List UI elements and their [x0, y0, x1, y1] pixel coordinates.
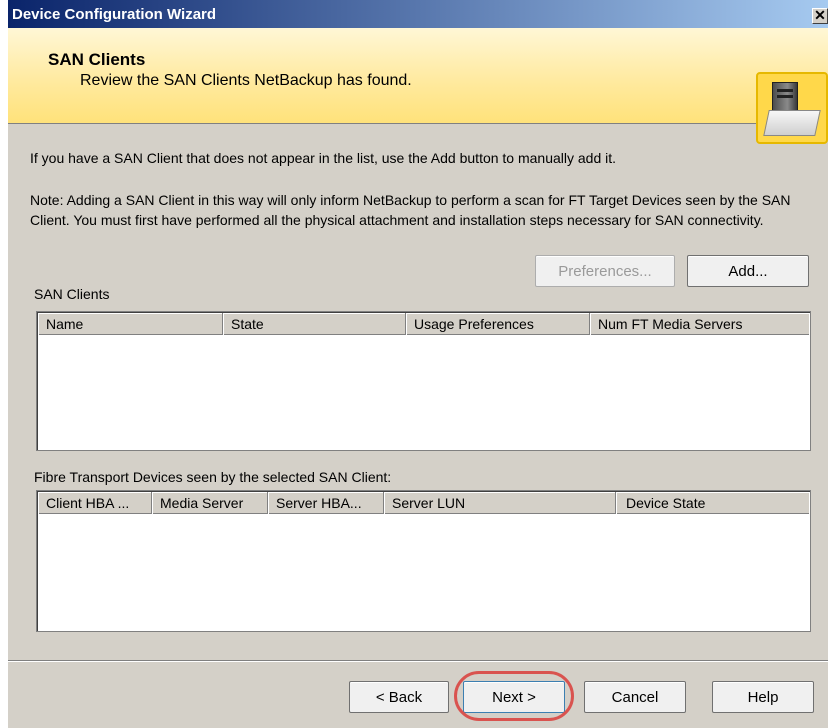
ft-devices-list-header: Client HBA ... Media Server Server HBA..… — [38, 492, 809, 514]
page-title: SAN Clients — [48, 50, 146, 69]
san-clients-list-header: Name State Usage Preferences Num FT Medi… — [38, 313, 809, 335]
add-button[interactable]: Add... — [687, 255, 809, 287]
intro-text: If you have a SAN Client that does not a… — [30, 150, 617, 166]
column-header-server-lun[interactable]: Server LUN — [384, 492, 616, 514]
column-header-server-hba[interactable]: Server HBA... — [268, 492, 384, 514]
window-title: Device Configuration Wizard — [12, 5, 217, 23]
san-clients-list[interactable]: Name State Usage Preferences Num FT Medi… — [36, 311, 811, 451]
title-bar[interactable]: Device Configuration Wizard ✕ — [8, 0, 828, 28]
column-header-media-server[interactable]: Media Server — [152, 492, 268, 514]
next-button[interactable]: Next > — [463, 681, 565, 713]
wizard-header: SAN Clients Review the SAN Clients NetBa… — [8, 28, 828, 144]
note-text: Note: Adding a SAN Client in this way wi… — [30, 192, 791, 228]
column-header-name[interactable]: Name — [38, 313, 223, 335]
server-storage-icon — [756, 72, 828, 144]
column-header-num-ft-media-servers[interactable]: Num FT Media Servers — [590, 313, 809, 335]
column-header-state[interactable]: State — [223, 313, 406, 335]
column-header-usage-preferences[interactable]: Usage Preferences — [406, 313, 590, 335]
column-header-client-hba[interactable]: Client HBA ... — [38, 492, 152, 514]
page-subtitle: Review the SAN Clients NetBackup has fou… — [80, 72, 412, 89]
cancel-button[interactable]: Cancel — [584, 681, 686, 713]
preferences-button[interactable]: Preferences... — [535, 255, 675, 287]
storage-drive-icon — [763, 110, 821, 136]
column-header-device-state[interactable]: Device State — [616, 492, 809, 514]
ft-devices-list[interactable]: Client HBA ... Media Server Server HBA..… — [36, 490, 811, 632]
help-button[interactable]: Help — [712, 681, 814, 713]
close-icon[interactable]: ✕ — [812, 8, 828, 24]
san-clients-label: SAN Clients — [34, 286, 110, 302]
footer-separator — [8, 660, 828, 662]
device-configuration-wizard-window: Device Configuration Wizard ✕ SAN Client… — [8, 0, 828, 728]
ft-devices-label: Fibre Transport Devices seen by the sele… — [34, 469, 392, 485]
back-button[interactable]: < Back — [349, 681, 449, 713]
